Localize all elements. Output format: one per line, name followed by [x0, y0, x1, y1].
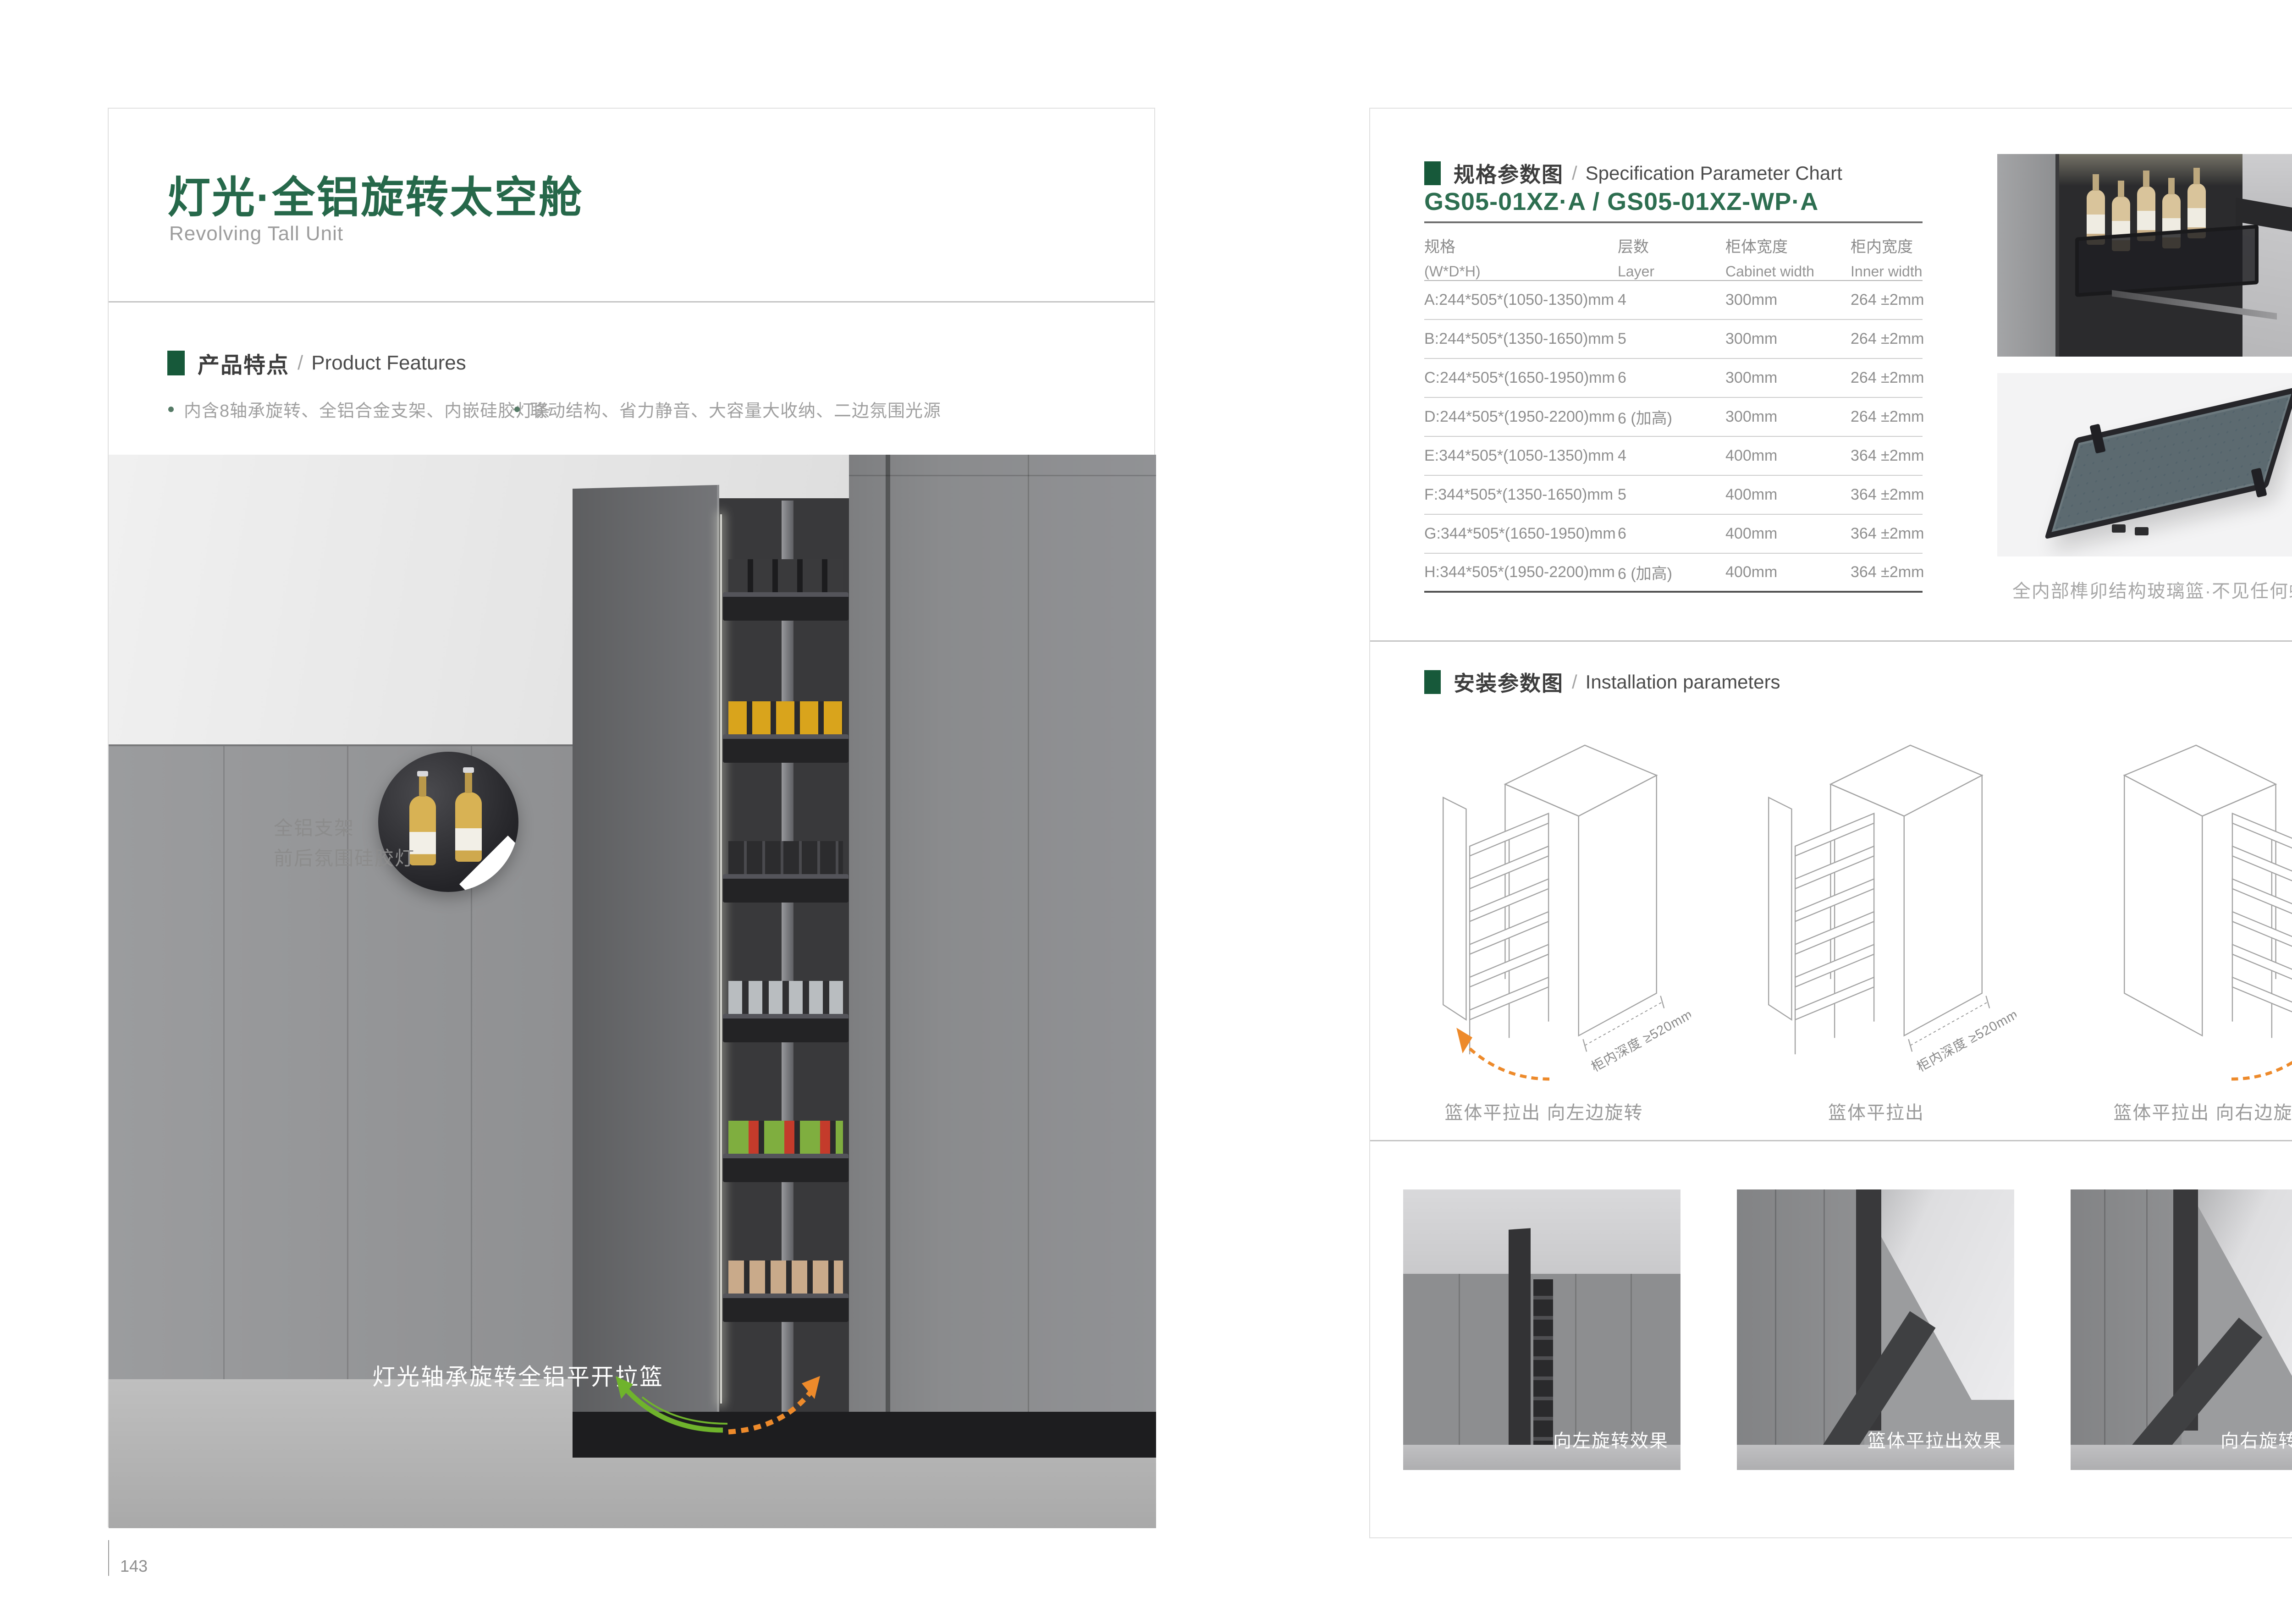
features-heading: 产品特点 / Product Features	[167, 347, 466, 379]
install-heading: 安装参数图 / Installation parameters	[1424, 667, 1780, 697]
callout-line-1: 全铝支架	[274, 813, 415, 843]
effect-photo-label: 篮体平拉出效果	[1868, 1426, 2002, 1453]
spec-heading-en: Specification Parameter Chart	[1586, 162, 1842, 184]
diagram-label-2: 篮体平拉出	[1828, 1098, 1924, 1124]
right-page: 规格参数图 / Specification Parameter Chart GS…	[1369, 108, 2292, 1538]
left-page: 灯光·全铝旋转太空舱 Revolving Tall Unit 产品特点 / Pr…	[108, 108, 1155, 1527]
heading-slash: /	[1572, 162, 1577, 184]
features-heading-cn: 产品特点	[198, 347, 289, 379]
table-row: G:344*505*(1650-1950)mm6 400mm364 ±2mm	[1424, 515, 1923, 554]
effect-photo-label: 向右旋转效果	[2220, 1426, 2292, 1453]
install-diagram-rotate-left: 柜内深度 ≥520mm	[1434, 705, 1691, 1094]
hero-product-photo: 全铝支架 前后氛围硅胶灯 灯光轴承旋转全铝平开拉篮	[109, 455, 1156, 1528]
page-subtitle: Revolving Tall Unit	[169, 222, 343, 245]
table-row: H:344*505*(1950-2200)mm6 (加高) 400mm364 ±…	[1424, 554, 1923, 593]
section-divider	[1370, 640, 2292, 642]
bullet-dot-icon	[168, 407, 174, 412]
table-row: E:344*505*(1050-1350)mm4 400mm364 ±2mm	[1424, 437, 1923, 476]
callout-line-2: 前后氛围硅胶灯	[274, 843, 415, 874]
section-divider	[1370, 1140, 2292, 1141]
spec-heading: 规格参数图 / Specification Parameter Chart	[1424, 158, 1842, 188]
bullet-dot-icon	[514, 407, 520, 412]
diagram-label-3: 篮体平拉出 向右边旋转	[2113, 1098, 2292, 1124]
page-number-left: 143	[120, 1557, 148, 1576]
install-heading-cn: 安装参数图	[1454, 667, 1564, 697]
spec-table: 规格(W*D*H) 层数Layer 柜体宽度Cabinet width 柜内宽度…	[1424, 231, 1923, 593]
effect-photo-rotate-right: 向右旋转效果	[2071, 1189, 2292, 1470]
rotation-arrows-icon	[585, 1371, 842, 1449]
effect-photo-pull-out: 篮体平拉出效果	[1737, 1189, 2014, 1470]
diagram-label-1: 篮体平拉出 向左边旋转	[1444, 1098, 1643, 1124]
title-divider	[109, 301, 1154, 303]
model-numbers: GS05-01XZ·A / GS05-01XZ-WP·A	[1424, 187, 1818, 216]
basket-in-cabinet-photo	[1997, 154, 2292, 357]
open-cabinet-door	[573, 485, 719, 1438]
heading-slash: /	[298, 352, 303, 374]
table-row: D:244*505*(1950-2200)mm6 (加高) 300mm264 ±…	[1424, 398, 1923, 437]
photo-caption: 全内部榫卯结构玻璃篮·不见任何螺丝	[1997, 576, 2292, 603]
green-square-icon	[1424, 670, 1441, 694]
green-square-icon	[1424, 161, 1441, 185]
heading-slash: /	[1572, 671, 1577, 693]
effect-photo-rotate-left: 向左旋转效果	[1403, 1189, 1680, 1470]
green-square-icon	[167, 351, 185, 375]
spec-heading-cn: 规格参数图	[1454, 158, 1564, 188]
page-title: 灯光·全铝旋转太空舱	[167, 163, 583, 225]
feature-bullet-1-text: 内含8轴承旋转、全铝合金支架、内嵌硅胶灯条	[184, 396, 551, 422]
install-diagram-pull-out: 柜内深度 ≥520mm	[1760, 705, 2017, 1094]
feature-bullet-2-text: 联动结构、省力静音、大容量大收纳、二边氛围光源	[530, 396, 941, 422]
catalog-spread: 灯光·全铝旋转太空舱 Revolving Tall Unit 产品特点 / Pr…	[0, 0, 2292, 1624]
table-row: B:244*505*(1350-1650)mm5 300mm264 ±2mm	[1424, 320, 1923, 359]
install-heading-en: Installation parameters	[1586, 671, 1780, 693]
right-cabinet	[849, 455, 1156, 1412]
led-light-strip	[720, 514, 722, 1404]
callout-text: 全铝支架 前后氛围硅胶灯	[274, 813, 415, 874]
table-row: A:244*505*(1050-1350)mm4 300mm264 ±2mm	[1424, 281, 1923, 320]
spec-table-header: 规格(W*D*H) 层数Layer 柜体宽度Cabinet width 柜内宽度…	[1424, 231, 1923, 281]
feature-bullet-1: 内含8轴承旋转、全铝合金支架、内嵌硅胶灯条	[168, 396, 551, 422]
model-underline	[1424, 221, 1923, 223]
table-row: F:344*505*(1350-1650)mm5 400mm364 ±2mm	[1424, 476, 1923, 515]
features-heading-en: Product Features	[311, 352, 466, 374]
feature-bullet-2: 联动结构、省力静音、大容量大收纳、二边氛围光源	[514, 396, 941, 422]
page-number-tick	[108, 1540, 109, 1576]
effect-photo-label: 向左旋转效果	[1553, 1426, 1669, 1453]
table-row: C:244*505*(1650-1950)mm6 300mm264 ±2mm	[1424, 359, 1923, 398]
install-diagram-rotate-right	[2090, 705, 2292, 1094]
glass-basket-photo	[1997, 373, 2292, 556]
